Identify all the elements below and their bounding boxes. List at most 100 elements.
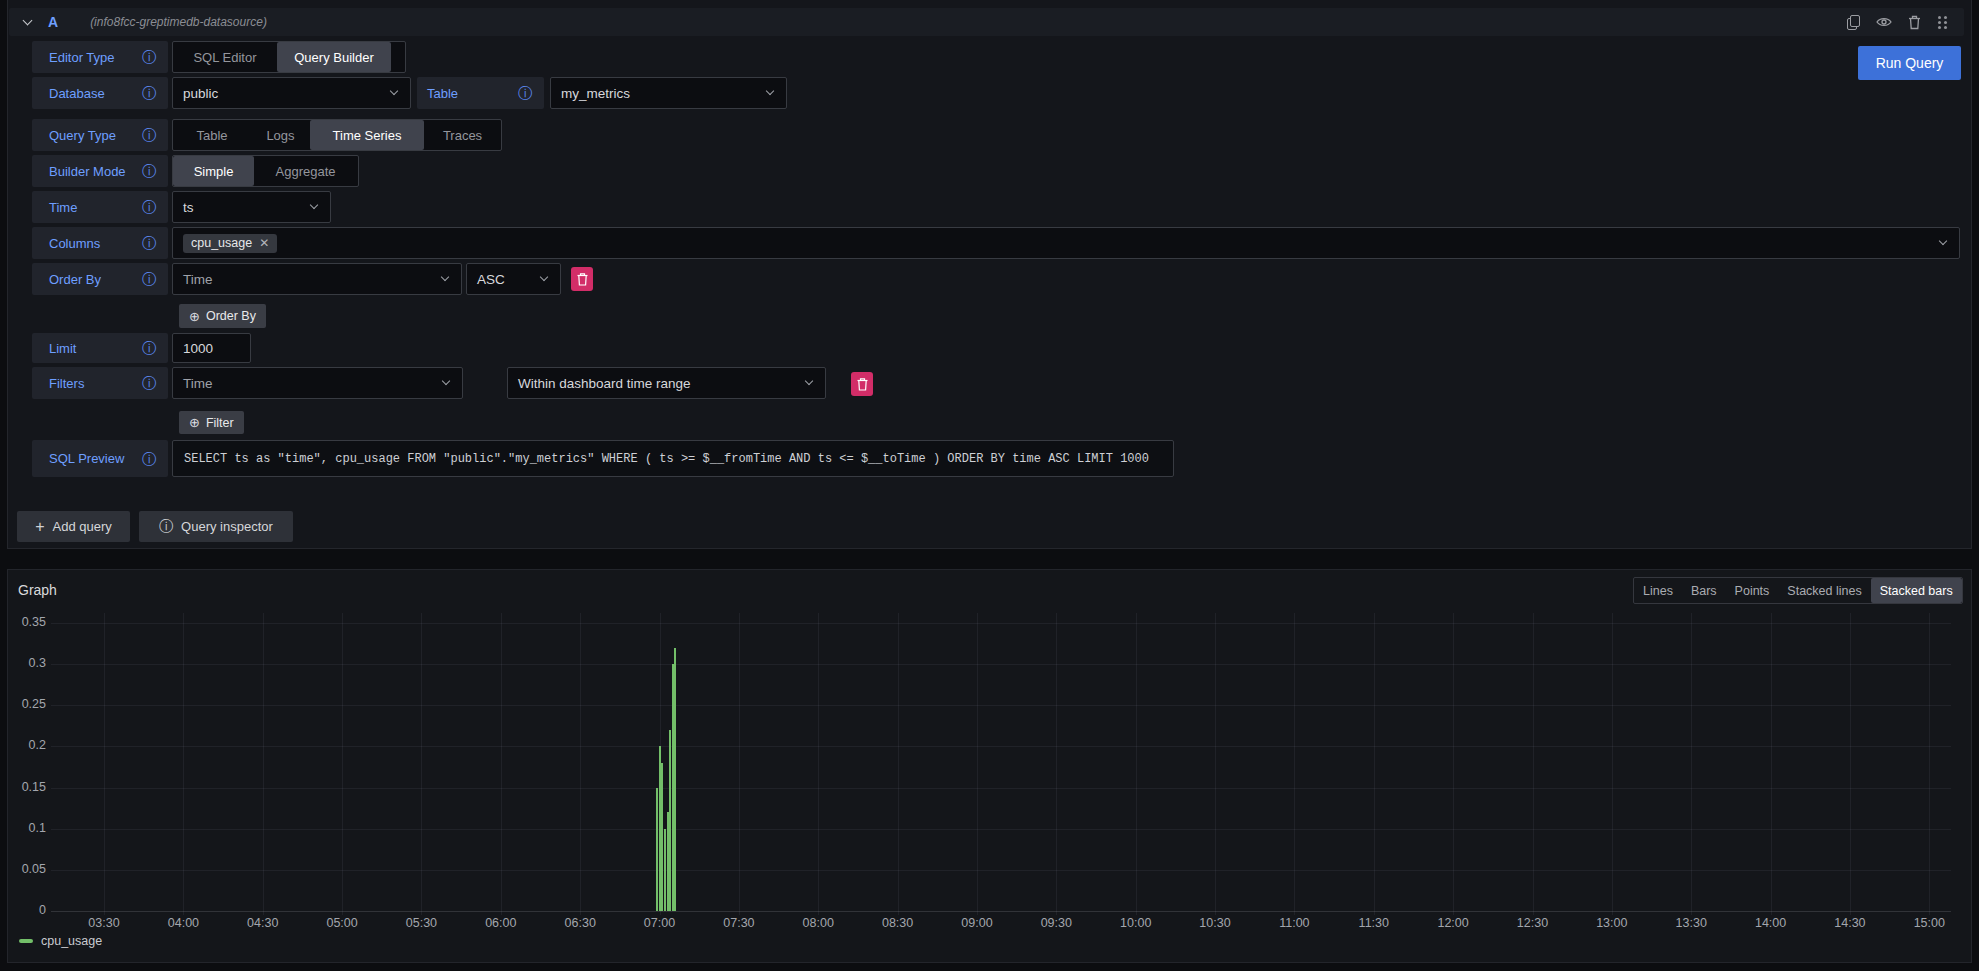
info-icon[interactable]: ⓘ xyxy=(142,341,156,355)
x-tick-label: 15:00 xyxy=(1914,916,1945,930)
info-icon[interactable]: ⓘ xyxy=(518,86,532,100)
query-row-header[interactable]: A (info8fcc-greptimedb-datasource) xyxy=(9,8,1964,36)
mode-stacked-bars[interactable]: Stacked bars xyxy=(1871,578,1962,603)
gridline xyxy=(1691,613,1692,915)
query-type-label: Query Type ⓘ xyxy=(32,119,168,151)
x-tick-label: 09:00 xyxy=(961,916,992,930)
info-icon[interactable]: ⓘ xyxy=(142,452,156,466)
info-icon[interactable]: ⓘ xyxy=(142,128,156,142)
query-type-logs[interactable]: Logs xyxy=(251,120,310,150)
query-type-group: Table Logs Time Series Traces xyxy=(172,119,502,151)
add-query-button[interactable]: + Add query xyxy=(17,511,130,542)
mode-bars[interactable]: Bars xyxy=(1682,578,1726,603)
run-query-button[interactable]: Run Query xyxy=(1858,46,1961,80)
builder-mode-label: Builder Mode ⓘ xyxy=(32,155,168,187)
x-tick-label: 07:00 xyxy=(644,916,675,930)
gridline xyxy=(51,623,1951,624)
filters-label: Filters ⓘ xyxy=(32,367,168,399)
graph-panel: Graph Lines Bars Points Stacked lines St… xyxy=(7,569,1972,963)
editor-type-sql-editor[interactable]: SQL Editor xyxy=(173,42,277,72)
query-ref-id[interactable]: A xyxy=(48,14,58,30)
query-editor-pane: A (info8fcc-greptimedb-datasource) Run Q… xyxy=(7,0,1972,549)
info-icon[interactable]: ⓘ xyxy=(142,236,156,250)
gridline xyxy=(51,829,1951,830)
x-tick-label: 03:30 xyxy=(88,916,119,930)
info-icon[interactable]: ⓘ xyxy=(142,164,156,178)
add-filter-button[interactable]: ⊕ Filter xyxy=(179,411,244,434)
filter-column-select[interactable]: Time xyxy=(172,367,463,399)
order-by-label: Order By ⓘ xyxy=(32,263,168,295)
builder-mode-aggregate[interactable]: Aggregate xyxy=(254,156,357,186)
gridline xyxy=(739,613,740,915)
columns-label: Columns ⓘ xyxy=(32,227,168,259)
table-select[interactable]: my_metrics xyxy=(550,77,787,109)
x-tick-label: 13:00 xyxy=(1596,916,1627,930)
chevron-down-icon xyxy=(766,87,774,95)
order-by-column-select[interactable]: Time xyxy=(172,263,462,295)
query-inspector-button[interactable]: ⓘ Query inspector xyxy=(139,511,293,542)
gridline xyxy=(977,613,978,915)
filter-condition-select[interactable]: Within dashboard time range xyxy=(507,367,826,399)
bar xyxy=(672,664,674,911)
plus-icon: + xyxy=(35,518,44,536)
order-by-direction-select[interactable]: ASC xyxy=(466,263,561,295)
x-tick-label: 11:30 xyxy=(1359,916,1389,930)
query-type-traces[interactable]: Traces xyxy=(424,120,501,150)
info-icon[interactable]: ⓘ xyxy=(142,200,156,214)
database-select[interactable]: public xyxy=(172,77,411,109)
legend: cpu_usage xyxy=(19,934,102,948)
builder-mode-simple[interactable]: Simple xyxy=(173,156,254,186)
gridline xyxy=(1771,613,1772,915)
x-tick-label: 04:00 xyxy=(168,916,199,930)
info-icon[interactable]: ⓘ xyxy=(142,50,156,64)
time-column-select[interactable]: ts xyxy=(172,191,331,223)
legend-series-label[interactable]: cpu_usage xyxy=(41,934,102,948)
x-tick-label: 07:30 xyxy=(723,916,754,930)
info-icon[interactable]: ⓘ xyxy=(142,86,156,100)
mode-stacked-lines[interactable]: Stacked lines xyxy=(1778,578,1870,603)
info-icon[interactable]: ⓘ xyxy=(142,272,156,286)
chevron-down-icon xyxy=(1939,237,1947,245)
hide-response-icon[interactable] xyxy=(1876,15,1892,29)
mode-points[interactable]: Points xyxy=(1726,578,1779,603)
sql-preview-box: SELECT ts as "time", cpu_usage FROM "pub… xyxy=(172,440,1174,477)
remove-order-by-button[interactable] xyxy=(571,267,593,291)
collapse-chevron-icon[interactable] xyxy=(23,16,33,26)
time-label: Time ⓘ xyxy=(32,191,168,223)
query-type-time-series[interactable]: Time Series xyxy=(310,120,424,150)
column-tag[interactable]: cpu_usage ✕ xyxy=(183,234,277,253)
duplicate-query-icon[interactable] xyxy=(1847,15,1860,30)
y-tick-label: 0.3 xyxy=(8,656,46,670)
gridline xyxy=(51,911,1951,912)
bar xyxy=(674,648,676,911)
drag-handle-icon[interactable] xyxy=(1937,14,1947,30)
graph-mode-group: Lines Bars Points Stacked lines Stacked … xyxy=(1633,577,1963,604)
bar xyxy=(664,829,666,911)
table-label: Table ⓘ xyxy=(417,77,544,109)
mode-lines[interactable]: Lines xyxy=(1634,578,1682,603)
add-order-by-button[interactable]: ⊕ Order By xyxy=(179,304,266,328)
y-tick-label: 0.05 xyxy=(8,862,46,876)
gridline xyxy=(1533,613,1534,915)
gridline xyxy=(501,613,502,915)
columns-multiselect[interactable]: cpu_usage ✕ xyxy=(172,227,1960,259)
x-tick-label: 06:30 xyxy=(565,916,596,930)
remove-query-icon[interactable] xyxy=(1908,15,1921,30)
limit-label: Limit ⓘ xyxy=(32,333,168,363)
chart-plot-area xyxy=(51,613,1951,915)
gridline xyxy=(1850,613,1851,915)
remove-tag-icon[interactable]: ✕ xyxy=(259,236,269,250)
query-type-table[interactable]: Table xyxy=(173,120,251,150)
info-icon[interactable]: ⓘ xyxy=(142,376,156,390)
x-tick-label: 06:00 xyxy=(485,916,516,930)
y-tick-label: 0.2 xyxy=(8,738,46,752)
x-tick-label: 11:00 xyxy=(1279,916,1309,930)
limit-input[interactable]: 1000 xyxy=(172,333,251,363)
editor-type-query-builder[interactable]: Query Builder xyxy=(277,42,391,72)
plus-circle-icon: ⊕ xyxy=(189,309,200,324)
gridline xyxy=(580,613,581,915)
gridline xyxy=(1612,613,1613,915)
legend-swatch xyxy=(19,939,33,943)
gridline xyxy=(51,664,1951,665)
remove-filter-button[interactable] xyxy=(851,372,873,396)
